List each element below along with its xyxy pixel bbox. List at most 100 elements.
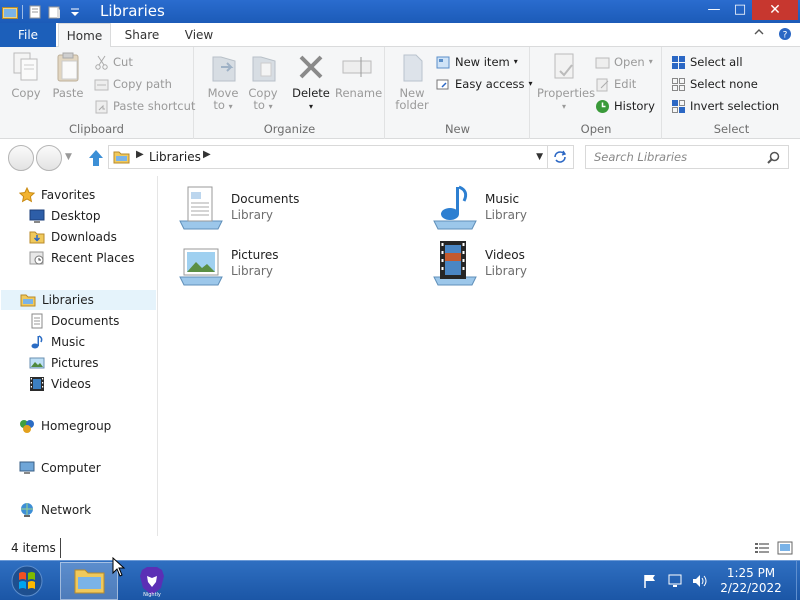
paste-button[interactable]: Paste	[50, 51, 86, 99]
downloads-folder-icon	[29, 231, 45, 244]
libraries-folder-icon	[113, 151, 130, 164]
close-button[interactable]: ✕	[752, 0, 798, 20]
tab-share[interactable]: Share	[118, 23, 166, 47]
nav-pictures[interactable]: Pictures	[29, 353, 99, 373]
invert-selection-button[interactable]: Invert selection	[671, 96, 779, 116]
new-item-label: New item	[455, 55, 510, 69]
mouse-cursor-icon	[112, 557, 126, 577]
nav-libraries-label: Libraries	[42, 293, 94, 307]
nav-desktop[interactable]: Desktop	[29, 206, 101, 226]
select-all-button[interactable]: Select all	[671, 52, 743, 72]
invert-selection-icon	[672, 99, 685, 113]
copy-to-label: Copy to	[248, 86, 278, 112]
easy-access-button[interactable]: Easy access ▾	[436, 74, 533, 94]
paste-shortcut-button[interactable]: Paste shortcut	[94, 96, 195, 116]
nav-recent-places-label: Recent Places	[51, 251, 135, 265]
volume-icon[interactable]	[691, 573, 707, 589]
library-tile-music[interactable]: Music Library	[430, 183, 670, 235]
search-icon[interactable]	[767, 151, 780, 164]
nav-libraries[interactable]: Libraries	[1, 290, 156, 310]
tab-view[interactable]: View	[176, 23, 222, 47]
computer-icon	[19, 461, 35, 474]
network-icon	[21, 503, 33, 517]
search-input[interactable]	[594, 149, 764, 165]
back-button[interactable]	[8, 145, 34, 171]
network-tray-icon[interactable]	[667, 573, 683, 589]
open-button[interactable]: Open ▾	[595, 52, 653, 72]
title-bar: Libraries — □ ✕	[0, 0, 800, 23]
taskbar-explorer-button[interactable]	[60, 562, 118, 600]
nav-music[interactable]: Music	[29, 332, 85, 352]
system-clock[interactable]: 1:25 PM 2/22/2022	[716, 566, 786, 596]
copy-path-button[interactable]: Copy path	[94, 74, 172, 94]
nav-downloads[interactable]: Downloads	[29, 227, 117, 247]
file-list: Documents Library Music Library Pictures…	[160, 176, 800, 536]
qat-dropdown-icon[interactable]	[67, 5, 83, 19]
properties-button[interactable]: Properties ▾	[537, 51, 595, 113]
edit-button[interactable]: Edit	[595, 74, 636, 94]
breadcrumb-chevron[interactable]: ▶	[203, 149, 211, 160]
library-name: Documents	[231, 192, 300, 206]
properties-label: Properties	[537, 86, 596, 100]
breadcrumb-root-arrow[interactable]: ▶	[136, 149, 144, 160]
nav-favorites[interactable]: Favorites	[19, 185, 95, 205]
history-label: History	[614, 99, 655, 113]
tab-file[interactable]: File	[0, 23, 56, 47]
nav-homegroup[interactable]: Homegroup	[19, 416, 111, 436]
large-icons-view-icon[interactable]	[777, 541, 793, 555]
documents-icon	[31, 313, 43, 329]
ribbon-tabs: File Home Share View ?	[0, 23, 800, 48]
nav-computer[interactable]: Computer	[19, 458, 101, 478]
up-arrow-icon[interactable]	[86, 148, 106, 168]
library-tile-videos[interactable]: Videos Library	[430, 239, 670, 291]
start-button[interactable]	[6, 564, 48, 598]
nav-videos[interactable]: Videos	[29, 374, 91, 394]
properties-qat-icon[interactable]	[27, 5, 43, 19]
select-group: Select all Select none Invert selection …	[663, 47, 800, 139]
details-view-icon[interactable]	[754, 541, 770, 555]
delete-x-icon	[299, 55, 323, 79]
cut-button[interactable]: Cut	[94, 52, 133, 72]
paste-icon	[57, 52, 79, 82]
address-dropdown-icon[interactable]: ▼	[536, 152, 543, 162]
select-none-button[interactable]: Select none	[671, 74, 758, 94]
copy-button[interactable]: Copy	[8, 51, 44, 99]
address-bar[interactable]: ▶ Libraries ▶ ▼	[108, 145, 548, 169]
action-center-flag-icon[interactable]	[642, 573, 658, 589]
show-desktop-button[interactable]	[796, 561, 800, 600]
recent-locations-dropdown[interactable]: ▼	[65, 152, 72, 162]
new-item-button[interactable]: New item ▾	[436, 52, 518, 72]
videos-filmstrip-icon	[30, 377, 44, 391]
rename-button[interactable]: Rename	[335, 51, 382, 99]
forward-button[interactable]	[36, 145, 62, 171]
select-none-label: Select none	[690, 77, 758, 91]
history-icon	[596, 99, 609, 113]
libraries-icon	[20, 294, 36, 307]
nav-documents[interactable]: Documents	[29, 311, 119, 331]
select-all-icon	[672, 55, 685, 69]
taskbar-brave-nightly-button[interactable]: Nightly	[134, 564, 170, 598]
help-icon[interactable]: ?	[778, 27, 792, 41]
maximize-button[interactable]: □	[725, 0, 755, 20]
delete-button[interactable]: Delete ▾	[291, 51, 331, 113]
new-folder-qat-icon[interactable]	[47, 5, 63, 19]
paste-shortcut-icon	[95, 100, 108, 113]
history-button[interactable]: History	[595, 96, 655, 116]
clipboard-group-label: Clipboard	[69, 122, 124, 136]
move-to-button[interactable]: Move to ▾	[203, 51, 243, 113]
breadcrumb-libraries[interactable]: Libraries	[149, 150, 201, 164]
refresh-button[interactable]	[548, 145, 574, 169]
copy-to-button[interactable]: Copy to ▾	[245, 51, 281, 113]
nav-recent-places[interactable]: Recent Places	[29, 248, 134, 268]
pictures-library-icon	[179, 248, 223, 286]
library-tile-documents[interactable]: Documents Library	[176, 183, 416, 235]
nav-network[interactable]: Network	[19, 500, 91, 520]
library-type: Library	[231, 208, 273, 222]
new-folder-button[interactable]: New folder	[394, 51, 430, 111]
library-tile-pictures[interactable]: Pictures Library	[176, 239, 416, 291]
minimize-ribbon-icon[interactable]	[754, 27, 764, 37]
library-type: Library	[485, 264, 527, 278]
tab-home[interactable]: Home	[58, 23, 111, 48]
organize-group-label: Organize	[263, 122, 316, 136]
nav-homegroup-label: Homegroup	[41, 419, 112, 433]
